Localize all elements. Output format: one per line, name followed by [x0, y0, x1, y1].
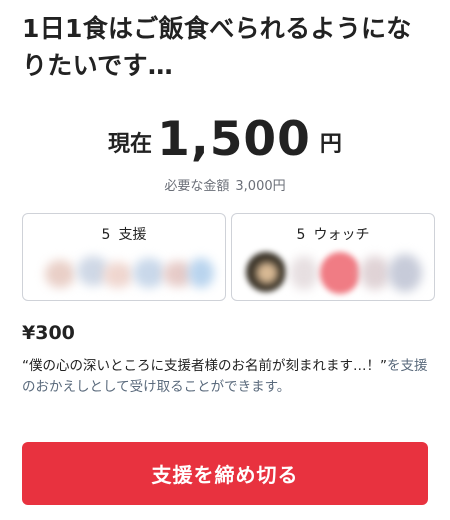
avatar — [45, 260, 75, 288]
required-amount: 3,000円 — [235, 179, 286, 194]
supporters-card[interactable]: 5 支援 — [22, 213, 226, 301]
required-amount-row: 必要な金額 3,000円 — [0, 175, 450, 194]
watchers-card[interactable]: 5 ウォッチ — [231, 213, 435, 301]
avatar — [133, 258, 165, 288]
current-prefix: 現在 — [108, 132, 153, 157]
current-amount: 1,500 — [157, 112, 311, 167]
watchers-text: ウォッチ — [313, 227, 370, 243]
avatar — [320, 252, 360, 294]
watchers-label: 5 ウォッチ — [232, 224, 434, 244]
reward-description: “僕の心の深いところに支援者様のお名前が刻まれます…！”を支援のおかえしとして受… — [22, 356, 432, 398]
close-support-button[interactable]: 支援を締め切る — [22, 442, 428, 505]
supporters-label: 5 支援 — [23, 224, 225, 244]
watchers-count: 5 — [296, 227, 306, 243]
avatar — [103, 262, 133, 288]
supporters-text: 支援 — [118, 227, 147, 243]
project-title: 1日1食はご飯食べられるようになりたいです… — [22, 14, 412, 80]
watcher-avatars — [242, 252, 426, 294]
avatar — [256, 262, 278, 284]
supporter-avatars — [33, 252, 217, 294]
avatar — [388, 254, 422, 292]
avatar — [188, 258, 214, 288]
reward-quote: “僕の心の深いところに支援者様のお名前が刻まれます…！” — [22, 358, 387, 374]
current-unit: 円 — [319, 132, 342, 157]
reward-price: ¥300 — [22, 322, 75, 344]
supporters-count: 5 — [101, 227, 111, 243]
avatar — [290, 256, 318, 290]
required-label: 必要な金額 — [164, 179, 230, 194]
current-funding: 現在 1,500 円 — [0, 112, 450, 167]
avatar — [360, 256, 390, 290]
